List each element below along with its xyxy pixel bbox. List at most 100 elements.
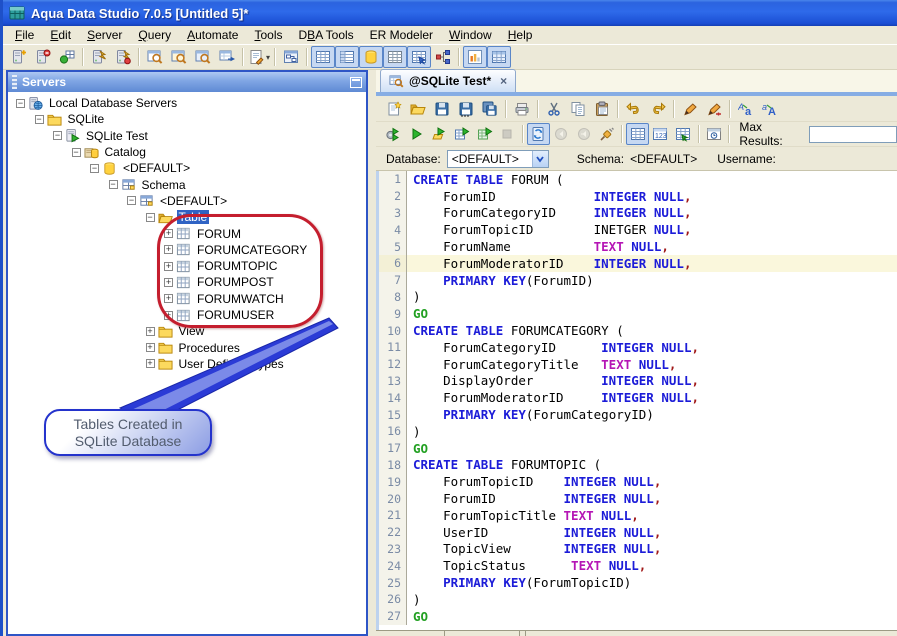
panel-float-button[interactable] — [350, 76, 362, 88]
tree-label[interactable]: Procedures — [177, 341, 242, 355]
stop-button[interactable] — [496, 123, 519, 145]
chart-bars-button[interactable] — [463, 46, 487, 68]
format-pen-button[interactable] — [678, 98, 702, 120]
code-line-23[interactable]: 23 TopicView INTEGER NULL, — [379, 540, 897, 558]
code-line-9[interactable]: 9 GO — [379, 305, 897, 323]
undo-button[interactable] — [622, 98, 646, 120]
code-line-12[interactable]: 12 ForumCategoryTitle TEXT NULL, — [379, 355, 897, 373]
server-connect-button[interactable] — [87, 46, 111, 68]
tree-item-catalog[interactable]: − Catalog — [8, 144, 366, 160]
collapse-minus-icon[interactable]: − — [108, 180, 118, 190]
result-export-button[interactable] — [672, 123, 695, 145]
collapse-minus-icon[interactable]: − — [127, 196, 136, 206]
dropdown-arrow-icon[interactable]: ▾ — [266, 53, 270, 62]
save-as-button[interactable] — [454, 98, 478, 120]
collapse-minus-icon[interactable]: − — [145, 212, 155, 222]
tree-label[interactable]: FORUMWATCH — [195, 292, 286, 306]
code-line-6[interactable]: 6 ForumModeratorID INTEGER NULL, — [379, 254, 897, 272]
code-line-15[interactable]: 15 PRIMARY KEY(ForumCategoryID) — [379, 406, 897, 423]
tree-item-forumuser[interactable]: + FORUMUSER — [8, 307, 366, 323]
menu-server[interactable]: Server — [79, 26, 130, 44]
expand-plus-icon[interactable]: + — [164, 310, 173, 320]
tree-label[interactable]: Catalog — [103, 145, 148, 159]
code-line-8[interactable]: 8) — [379, 288, 897, 306]
expand-plus-icon[interactable]: + — [164, 277, 173, 287]
code-line-21[interactable]: 21 ForumTopicTitle TEXT NULL, — [379, 506, 897, 524]
code-line-10[interactable]: 10 CREATE TABLE FORUMCATEGORY ( — [379, 322, 897, 339]
script-button[interactable]: ▾ — [247, 46, 271, 68]
code-line-13[interactable]: 13 DisplayOrder INTEGER NULL, — [379, 372, 897, 390]
code-line-3[interactable]: 3 ForumCategoryID INTEGER NULL, — [379, 204, 897, 222]
grid-arrow-button[interactable] — [407, 46, 431, 68]
combo-dropdown-button[interactable] — [531, 150, 548, 167]
max-results-input[interactable] — [809, 125, 897, 143]
menu-file[interactable]: File — [7, 26, 42, 44]
code-line-16[interactable]: 16) — [379, 422, 897, 440]
tree-item-default[interactable]: − <DEFAULT> — [8, 193, 366, 209]
server-del-button[interactable] — [31, 46, 55, 68]
connections-button[interactable] — [55, 46, 79, 68]
tree-item-default[interactable]: − <DEFAULT> — [8, 160, 366, 176]
expand-plus-icon[interactable]: + — [164, 261, 173, 271]
exec-edit-button[interactable] — [450, 123, 473, 145]
tree-label[interactable]: FORUMPOST — [195, 275, 276, 289]
database-combobox[interactable]: <DEFAULT> — [446, 149, 549, 168]
menu-window[interactable]: Window — [441, 26, 500, 44]
code-line-14[interactable]: 14 ForumModeratorID INTEGER NULL, — [379, 389, 897, 407]
code-line-1[interactable]: 1 CREATE TABLE FORUM ( — [379, 171, 897, 188]
copy-button[interactable] — [566, 98, 590, 120]
tree-item-schema[interactable]: − Schema — [8, 176, 366, 192]
code-line-22[interactable]: 22 UserID INTEGER NULL, — [379, 523, 897, 541]
expand-plus-icon[interactable]: + — [164, 245, 173, 255]
paste-button[interactable] — [590, 98, 614, 120]
open-folder-button[interactable] — [406, 98, 430, 120]
db-cylinder-button[interactable] — [359, 46, 383, 68]
tree-item-user-defined-types[interactable]: + User Defined Types — [8, 356, 366, 372]
code-line-2[interactable]: 2 ForumID INTEGER NULL, — [379, 187, 897, 205]
tab-sqlite-test[interactable]: @SQLite Test* × — [380, 69, 517, 92]
menu-help[interactable]: Help — [500, 26, 541, 44]
code-line-26[interactable]: 26) — [379, 590, 897, 608]
exec-open-button[interactable] — [428, 123, 451, 145]
grid-blue-button[interactable] — [487, 46, 511, 68]
code-line-5[interactable]: 5 ForumName TEXT NULL, — [379, 238, 897, 255]
expand-plus-icon[interactable]: + — [164, 229, 173, 239]
format-pen-arrow-button[interactable] — [702, 98, 726, 120]
tree-label[interactable]: FORUMUSER — [195, 308, 276, 322]
code-line-18[interactable]: 18 CREATE TABLE FORUMTOPIC ( — [379, 456, 897, 474]
tree-label[interactable]: FORUM — [195, 227, 243, 241]
collapse-minus-icon[interactable]: − — [71, 147, 81, 157]
case-lower-button[interactable]: Aa — [734, 98, 758, 120]
tree-item-forumcategory[interactable]: + FORUMCATEGORY — [8, 242, 366, 258]
expand-plus-icon[interactable]: + — [164, 294, 173, 304]
code-line-4[interactable]: 4 ForumTopicID INETGER NULL, — [379, 221, 897, 239]
history-button[interactable] — [703, 123, 726, 145]
code-line-17[interactable]: 17 GO — [379, 439, 897, 457]
tree-label[interactable]: FORUMTOPIC — [195, 259, 279, 273]
menu-tools[interactable]: Tools — [246, 26, 290, 44]
collapse-minus-icon[interactable]: − — [16, 98, 25, 108]
auto-commit-button[interactable] — [526, 123, 550, 145]
new-file-button[interactable] — [382, 98, 406, 120]
query-window2-button[interactable] — [167, 46, 191, 68]
save-button[interactable] — [430, 98, 454, 120]
tree-item-forumwatch[interactable]: + FORUMWATCH — [8, 291, 366, 307]
menu-edit[interactable]: Edit — [42, 26, 79, 44]
code-line-27[interactable]: 27 GO — [379, 607, 897, 625]
panel-grip[interactable] — [12, 75, 17, 89]
query-window-button[interactable] — [143, 46, 167, 68]
menu-er-modeler[interactable]: ER Modeler — [362, 26, 441, 44]
tree-label[interactable]: <DEFAULT> — [121, 161, 192, 175]
server-plus-button[interactable] — [7, 46, 31, 68]
code-line-20[interactable]: 20 ForumID INTEGER NULL, — [379, 490, 897, 507]
tree-label[interactable]: SQLite — [66, 112, 107, 126]
tree-item-sqlite-test[interactable]: − SQLite Test — [8, 128, 366, 144]
expand-plus-icon[interactable]: + — [145, 359, 155, 369]
menu-automate[interactable]: Automate — [179, 26, 246, 44]
tree-label[interactable]: FORUMCATEGORY — [195, 243, 309, 257]
tree-label[interactable]: <DEFAULT> — [158, 194, 229, 208]
tree-item-sqlite[interactable]: − SQLite — [8, 111, 366, 127]
grid-form-button[interactable] — [335, 46, 359, 68]
hierarchy-button[interactable] — [431, 46, 455, 68]
collapse-minus-icon[interactable]: − — [53, 131, 62, 141]
